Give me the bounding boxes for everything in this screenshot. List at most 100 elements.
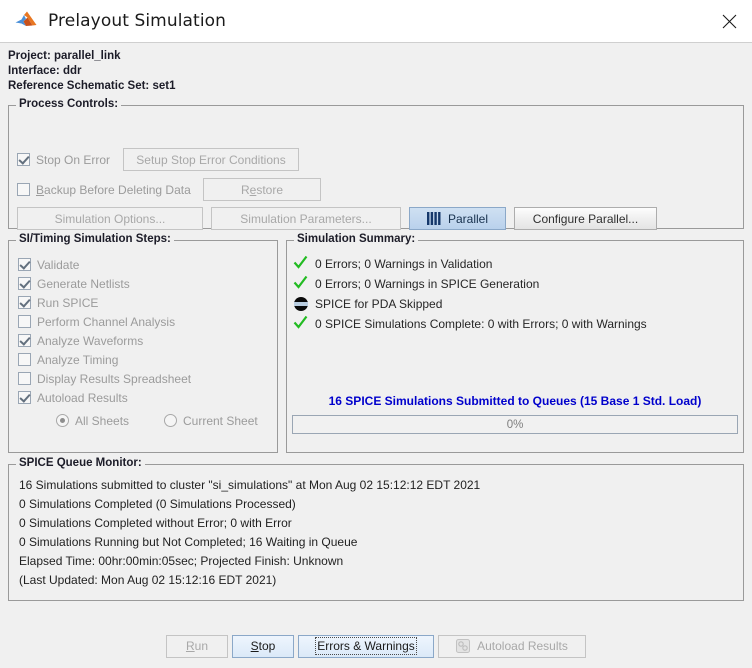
- stop-on-error-label: Stop On Error: [36, 152, 111, 167]
- step-validate[interactable]: Validate: [18, 255, 277, 274]
- monitor-line: Elapsed Time: 00hr:00min:05sec; Projecte…: [19, 554, 344, 568]
- close-icon[interactable]: [706, 0, 752, 42]
- dialog-body: Project: parallel_link Interface: ddr Re…: [0, 43, 752, 601]
- radio-label: Current Sheet: [183, 413, 258, 428]
- run-button[interactable]: Run: [166, 634, 228, 658]
- run-label: Run: [185, 639, 209, 653]
- step-autoload-results[interactable]: Autoload Results: [18, 388, 277, 407]
- radio-circle: [164, 414, 177, 427]
- monitor-line: 0 Simulations Completed (0 Simulations P…: [19, 497, 296, 511]
- interface-label: Interface: ddr: [8, 65, 82, 77]
- middle-row: SI/Timing Simulation Steps: Validate Gen…: [8, 233, 744, 453]
- stop-button[interactable]: Stop: [232, 634, 294, 658]
- summary-text: SPICE for PDA Skipped: [315, 296, 443, 311]
- check-icon: [293, 315, 308, 333]
- summary-row: SPICE for PDA Skipped: [293, 294, 743, 313]
- window-title: Prelayout Simulation: [48, 11, 227, 31]
- summary-rows: 0 Errors; 0 Warnings in Validation 0 Err…: [287, 241, 743, 333]
- checkbox-box: [18, 315, 31, 328]
- si-timing-legend: SI/Timing Simulation Steps:: [16, 233, 174, 245]
- simulation-summary-legend: Simulation Summary:: [294, 233, 419, 245]
- step-run-spice[interactable]: Run SPICE: [18, 293, 277, 312]
- bars-icon: [426, 212, 441, 225]
- backup-before-deleting-checkbox[interactable]: Backup Before Deleting Data: [17, 180, 203, 199]
- step-perform-channel-analysis[interactable]: Perform Channel Analysis: [18, 312, 277, 331]
- setup-stop-error-conditions-button[interactable]: Setup Stop Error Conditions: [123, 148, 299, 171]
- summary-text: 0 SPICE Simulations Complete: 0 with Err…: [315, 316, 647, 331]
- radio-current-sheet[interactable]: Current Sheet: [164, 411, 258, 430]
- radio-all-sheets[interactable]: All Sheets: [56, 411, 164, 430]
- step-display-results-spreadsheet[interactable]: Display Results Spreadsheet: [18, 369, 277, 388]
- summary-row: 0 Errors; 0 Warnings in Validation: [293, 254, 743, 273]
- parallel-button[interactable]: Parallel: [409, 207, 506, 230]
- errors-warnings-button[interactable]: Errors & Warnings: [298, 634, 434, 658]
- backup-before-deleting-label: Backup Before Deleting Data: [36, 182, 191, 197]
- errors-warnings-label: Errors & Warnings: [315, 637, 417, 655]
- queue-monitor-lines: 16 Simulations submitted to cluster "si_…: [9, 465, 743, 590]
- progress-bar: 0%: [292, 415, 738, 434]
- spice-queue-monitor-legend: SPICE Queue Monitor:: [16, 457, 145, 469]
- queue-progress-area: 16 SPICE Simulations Submitted to Queues…: [292, 394, 738, 434]
- spice-queue-monitor-group: SPICE Queue Monitor: 16 Simulations subm…: [8, 457, 744, 601]
- process-controls-group: Process Controls: Stop On Error Setup St…: [8, 98, 744, 230]
- progress-percent-label: 0%: [506, 418, 524, 431]
- reference-schematic-set-label: Reference Schematic Set: set1: [8, 80, 176, 92]
- step-label: Autoload Results: [37, 390, 128, 405]
- options-row: Simulation Options... Simulation Paramet…: [17, 207, 657, 230]
- step-analyze-waveforms[interactable]: Analyze Waveforms: [18, 331, 277, 350]
- step-label: Analyze Timing: [37, 352, 119, 367]
- process-controls-legend: Process Controls:: [16, 98, 122, 110]
- checkbox-box: [18, 258, 31, 271]
- monitor-line: 16 Simulations submitted to cluster "si_…: [19, 478, 481, 492]
- project-label: Project: parallel_link: [8, 50, 121, 62]
- skipped-icon: [294, 296, 308, 311]
- project-info: Project: parallel_link Interface: ddr Re…: [8, 49, 744, 94]
- summary-text: 0 Errors; 0 Warnings in SPICE Generation: [315, 276, 540, 291]
- si-timing-group: SI/Timing Simulation Steps: Validate Gen…: [8, 233, 278, 453]
- si-timing-steps-list: Validate Generate Netlists Run SPICE Per…: [9, 241, 277, 430]
- step-label: Generate Netlists: [37, 276, 130, 291]
- checkbox-box: [17, 153, 30, 166]
- simulation-summary-group: Simulation Summary: 0 Errors; 0 Warnings…: [286, 233, 744, 453]
- checkbox-box: [18, 372, 31, 385]
- simulation-options-label: Simulation Options...: [54, 211, 166, 226]
- checkbox-box: [17, 183, 30, 196]
- step-label: Run SPICE: [37, 295, 99, 310]
- simulation-options-button[interactable]: Simulation Options...: [17, 207, 203, 230]
- checkbox-box: [18, 391, 31, 404]
- step-label: Validate: [37, 257, 80, 272]
- step-generate-netlists[interactable]: Generate Netlists: [18, 274, 277, 293]
- simulation-parameters-label: Simulation Parameters...: [240, 211, 372, 226]
- stop-label: Stop: [250, 639, 276, 653]
- step-analyze-timing[interactable]: Analyze Timing: [18, 350, 277, 369]
- monitor-line: 0 Simulations Completed without Error; 0…: [19, 516, 292, 530]
- summary-row: 0 SPICE Simulations Complete: 0 with Err…: [293, 314, 743, 333]
- step-label: Perform Channel Analysis: [37, 314, 176, 329]
- simulation-parameters-button[interactable]: Simulation Parameters...: [211, 207, 401, 230]
- setup-stop-error-conditions-label: Setup Stop Error Conditions: [136, 152, 286, 167]
- parallel-label: Parallel: [447, 211, 489, 226]
- monitor-line: 0 Simulations Running but Not Completed;…: [19, 535, 358, 549]
- checkbox-box: [18, 353, 31, 366]
- footer-button-bar: Run Stop Errors & Warnings Autoload Resu…: [0, 624, 752, 668]
- summary-row: 0 Errors; 0 Warnings in SPICE Generation: [293, 274, 743, 293]
- autoload-results-button[interactable]: Autoload Results: [438, 634, 586, 658]
- check-icon: [293, 275, 308, 293]
- restore-button[interactable]: Restore: [203, 178, 321, 201]
- checkbox-box: [18, 296, 31, 309]
- step-label: Display Results Spreadsheet: [37, 371, 192, 386]
- autoload-results-label: Autoload Results: [477, 639, 568, 653]
- matlab-logo-icon: [14, 9, 38, 33]
- stop-on-error-checkbox[interactable]: Stop On Error: [17, 150, 123, 169]
- chip-icon: [456, 639, 471, 653]
- configure-parallel-label: Configure Parallel...: [532, 211, 639, 226]
- radio-label: All Sheets: [75, 413, 130, 428]
- checkbox-box: [18, 277, 31, 290]
- stop-on-error-row: Stop On Error Setup Stop Error Condition…: [17, 148, 299, 171]
- summary-text: 0 Errors; 0 Warnings in Validation: [315, 256, 493, 271]
- configure-parallel-button[interactable]: Configure Parallel...: [514, 207, 657, 230]
- queue-submitted-title: 16 SPICE Simulations Submitted to Queues…: [328, 394, 702, 408]
- checkbox-box: [18, 334, 31, 347]
- backup-row: Backup Before Deleting Data Restore: [17, 178, 321, 201]
- monitor-line: (Last Updated: Mon Aug 02 15:12:16 EDT 2…: [19, 573, 277, 587]
